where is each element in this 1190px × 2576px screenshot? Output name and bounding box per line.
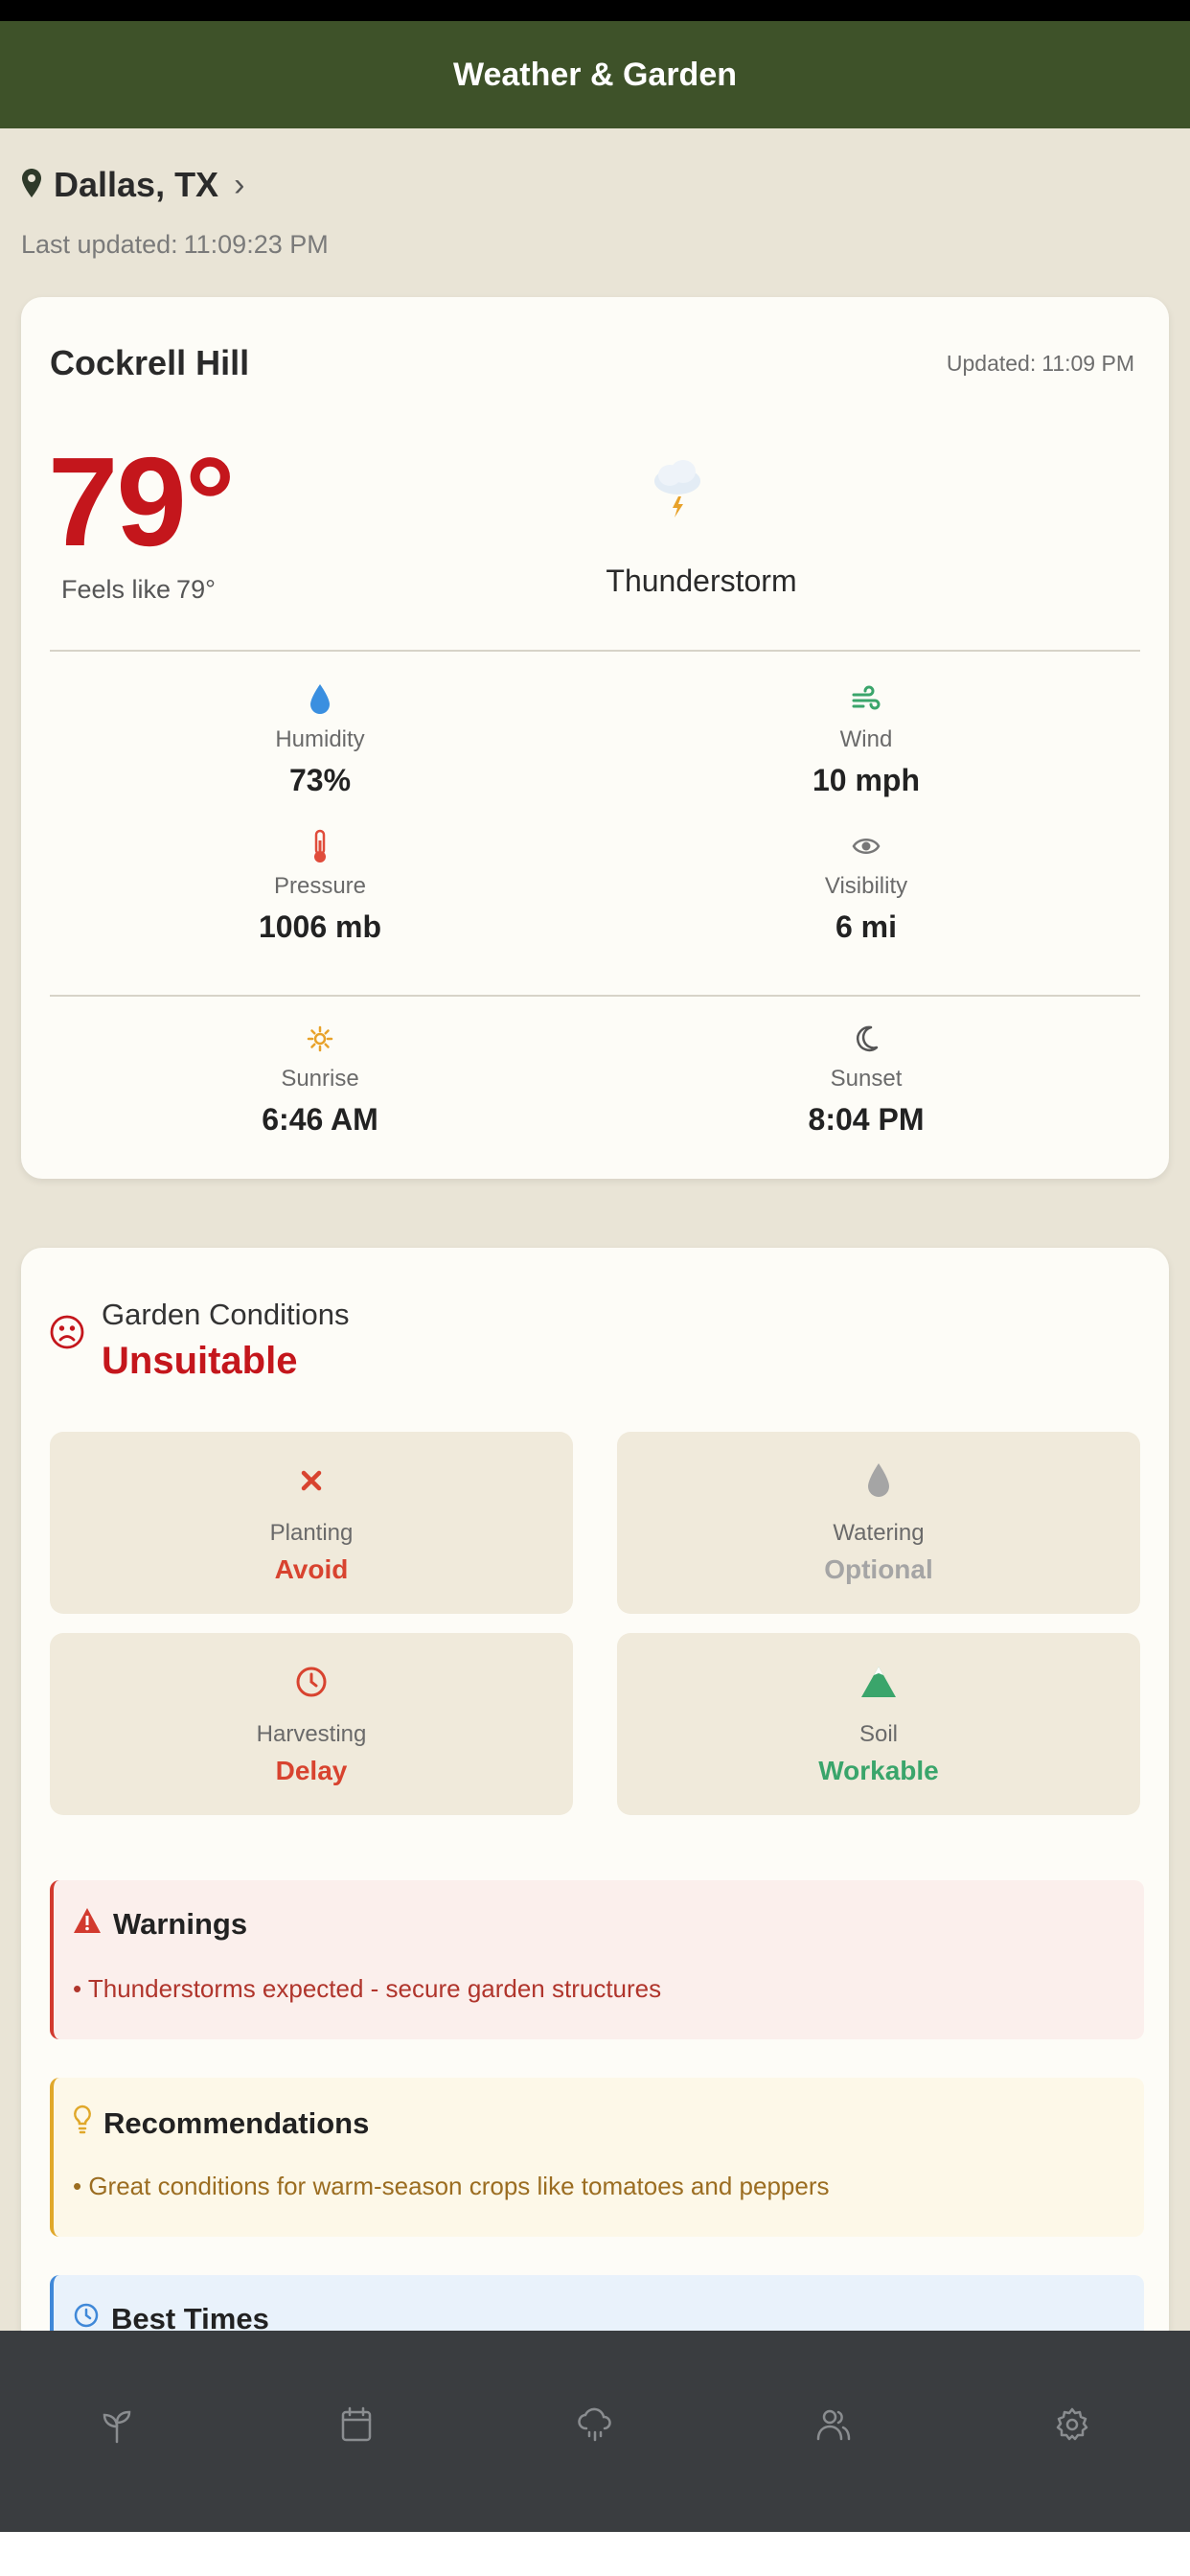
sun-icon: [176, 1020, 464, 1058]
feels-like: Feels like 79°: [61, 575, 221, 605]
location-selector[interactable]: Dallas, TX ›: [21, 165, 244, 205]
watering-label: Watering: [833, 1520, 925, 1546]
humidity-stat: Humidity 73%: [176, 680, 464, 798]
chevron-right-icon: ›: [234, 166, 245, 203]
visibility-value: 6 mi: [835, 909, 898, 944]
soil-label: Soil: [858, 1721, 899, 1747]
recommendations-title: Recommendations: [103, 2106, 370, 2140]
location-name: Dallas, TX: [54, 165, 219, 204]
visibility-stat: Visibility 6 mi: [722, 827, 1010, 945]
x-icon: [50, 1459, 573, 1503]
garden-title: Garden Conditions: [102, 1298, 350, 1331]
warnings-title: Warnings: [113, 1907, 248, 1941]
wind-label: Wind: [839, 726, 893, 752]
thermometer-icon: [176, 827, 464, 865]
water-drop-icon: [176, 680, 464, 719]
tab-community[interactable]: [805, 2398, 862, 2455]
harvesting-value: Delay: [275, 1756, 348, 1785]
watering-tile: Watering Optional: [617, 1432, 1140, 1614]
visibility-label: Visibility: [824, 873, 908, 899]
water-drop-icon: [617, 1459, 1140, 1503]
card-updated: Updated: 11:09 PM: [947, 351, 1140, 377]
tab-bar: [0, 2331, 1190, 2532]
gear-icon: [1054, 2406, 1090, 2448]
wind-stat: Wind 10 mph: [722, 680, 1010, 798]
recommendations-panel: Recommendations • Great conditions for w…: [50, 2078, 1144, 2237]
sunrise-label: Sunrise: [281, 1066, 359, 1092]
warning-item: • Thunderstorms expected - secure garden…: [73, 1974, 662, 2003]
calendar-icon: [340, 2406, 373, 2448]
weather-card: Cockrell Hill Updated: 11:09 PM 79° Feels…: [21, 297, 1169, 1179]
pressure-label: Pressure: [273, 873, 367, 899]
last-updated: Last updated: 11:09:23 PM: [21, 230, 334, 260]
sunrise-stat: Sunrise 6:46 AM: [176, 1020, 464, 1138]
soil-value: Workable: [818, 1756, 939, 1785]
divider: [50, 650, 1140, 652]
tab-settings[interactable]: [1043, 2398, 1101, 2455]
divider: [50, 995, 1140, 997]
watering-value: Optional: [824, 1554, 933, 1584]
wind-icon: [722, 680, 1010, 719]
status-bar: [0, 0, 1190, 21]
thunderstorm-icon: [649, 456, 706, 524]
planting-tile: Planting Avoid: [50, 1432, 573, 1614]
sprout-icon: [102, 2405, 132, 2449]
warning-item-text: Thunderstorms expected - secure garden s…: [87, 1974, 662, 2003]
harvesting-tile: Harvesting Delay: [50, 1633, 573, 1815]
harvesting-label: Harvesting: [256, 1721, 367, 1747]
recommendation-item: • Great conditions for warm-season crops…: [73, 2172, 830, 2200]
last-updated-label: Last updated:: [21, 230, 178, 259]
condition-label: Thunderstorm: [606, 564, 797, 598]
humidity-label: Humidity: [275, 726, 365, 752]
app-header: Weather & Garden: [0, 21, 1190, 128]
clock-icon: [50, 1660, 573, 1704]
soil-tile: Soil Workable: [617, 1633, 1140, 1815]
tab-calendar[interactable]: [328, 2398, 385, 2455]
sad-face-icon: [50, 1315, 84, 1354]
wind-value: 10 mph: [812, 763, 921, 797]
eye-icon: [722, 827, 1010, 865]
garden-conditions-card: Garden Conditions Unsuitable Planting Av…: [21, 1248, 1169, 2352]
card-updated-time: 11:09 PM: [1041, 351, 1134, 376]
tab-garden[interactable]: [88, 2398, 146, 2455]
mountain-icon: [617, 1660, 1140, 1704]
lightbulb-icon: [73, 2104, 92, 2143]
last-updated-time: 11:09:23 PM: [183, 230, 329, 259]
rain-icon: [577, 2405, 613, 2449]
sunrise-value: 6:46 AM: [262, 1102, 378, 1137]
city-name: Cockrell Hill: [50, 343, 250, 382]
feels-like-label: Feels like: [61, 575, 172, 604]
warning-icon: [73, 1907, 102, 1942]
pressure-stat: Pressure 1006 mb: [176, 827, 464, 945]
pressure-value: 1006 mb: [258, 909, 382, 944]
app-title: Weather & Garden: [452, 56, 737, 93]
card-updated-label: Updated:: [946, 351, 1037, 376]
garden-status: Unsuitable: [102, 1340, 298, 1382]
sunset-label: Sunset: [830, 1066, 903, 1092]
sunset-stat: Sunset 8:04 PM: [722, 1020, 1010, 1138]
humidity-value: 73%: [288, 763, 352, 797]
moon-icon: [722, 1020, 1010, 1058]
warnings-panel: Warnings • Thunderstorms expected - secu…: [50, 1880, 1144, 2039]
planting-value: Avoid: [274, 1554, 349, 1584]
feels-like-value: 79°: [176, 575, 216, 604]
sunset-value: 8:04 PM: [808, 1102, 925, 1137]
tab-weather[interactable]: [566, 2398, 624, 2455]
temperature: 79°: [48, 431, 236, 572]
recommendation-item-text: Great conditions for warm-season crops l…: [88, 2172, 830, 2200]
home-indicator-area: [0, 2532, 1190, 2576]
users-icon: [815, 2406, 852, 2448]
planting-label: Planting: [269, 1520, 354, 1546]
location-pin-icon: [21, 168, 42, 203]
